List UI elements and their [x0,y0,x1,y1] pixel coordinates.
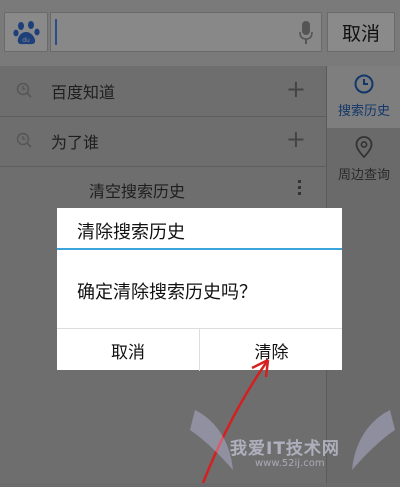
watermark: 我爱IT技术网 www.52ij.com [185,400,400,483]
baidu-logo-button[interactable]: du [4,12,48,52]
search-input[interactable] [50,12,322,52]
dialog-button-bar: 取消 清除 [57,328,342,371]
top-search-bar: du 取消 [0,0,400,66]
clear-history-row[interactable]: 清空搜索历史 [0,166,326,212]
tab-nearby-search-label: 周边查询 [337,168,390,183]
baidu-paw-icon: du [13,21,40,45]
watermark-url: www.52ij.com [255,458,325,469]
tab-nearby-search[interactable]: 周边查询 [327,130,400,190]
clock-icon [354,74,374,94]
svg-text:du: du [22,37,30,44]
text-cursor [55,19,57,45]
cancel-search-button[interactable]: 取消 [327,12,395,52]
plus-icon[interactable]: + [286,75,306,103]
tab-search-history-label: 搜索历史 [337,104,390,119]
list-item[interactable]: 为了谁 + [0,116,326,167]
list-item[interactable]: 百度知道 + [0,66,326,117]
dialog-clear-button[interactable]: 清除 [199,329,343,371]
dialog-cancel-button[interactable]: 取消 [57,329,199,371]
clock-search-icon [16,82,32,98]
watermark-text: 我爱IT技术网 [230,439,340,459]
dialog-message: 确定清除搜索历史吗？ [77,282,257,303]
history-item-label: 百度知道 [51,83,116,102]
dialog-title: 清除搜索历史 [77,222,185,243]
location-pin-icon [355,136,373,158]
tab-search-history[interactable]: 搜索历史 [327,66,400,128]
dialog-title-divider [57,248,342,250]
microphone-icon[interactable] [299,21,313,45]
clear-history-label: 清空搜索历史 [89,182,186,201]
history-item-label: 为了谁 [51,133,100,152]
plus-icon[interactable]: + [286,125,306,153]
clock-search-icon [16,132,32,148]
vertical-dots-icon[interactable] [298,180,302,198]
clear-history-dialog: 清除搜索历史 确定清除搜索历史吗？ 取消 清除 [57,208,342,371]
